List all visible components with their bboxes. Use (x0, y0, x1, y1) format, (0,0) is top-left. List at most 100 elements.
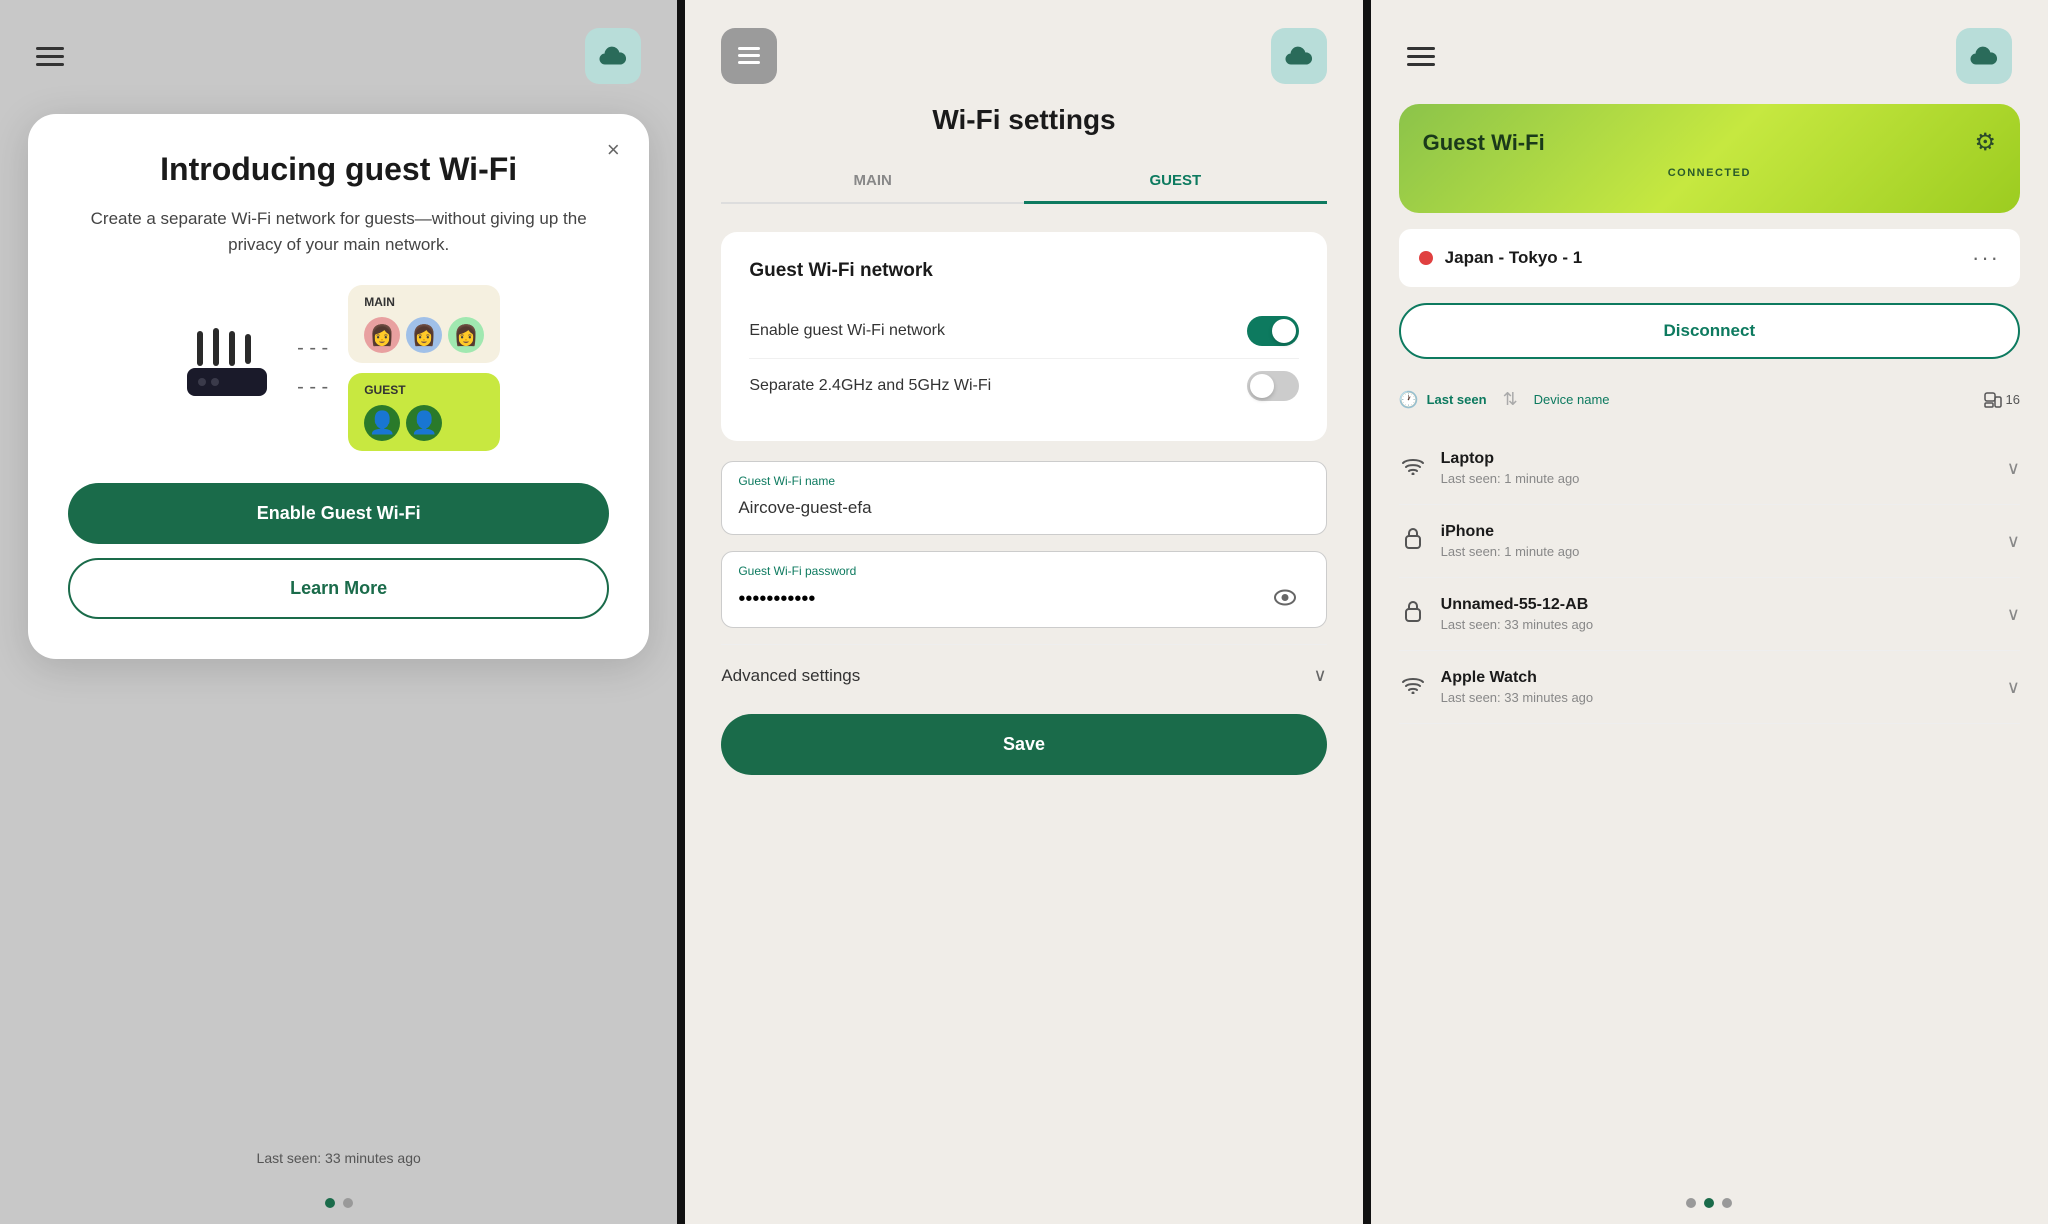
enable-guest-wifi-row: Enable guest Wi-Fi network (749, 304, 1298, 359)
panel-3-devices: Guest Wi-Fi ⚙ CONNECTED Japan - Tokyo - … (1371, 0, 2048, 1224)
guest-network-box: GUEST 👤 👤 (348, 373, 500, 451)
device-left-unnamed: Unnamed-55-12-AB Last seen: 33 minutes a… (1399, 596, 1594, 632)
dot-3-1 (1686, 1198, 1696, 1208)
wifi-password-label: Guest Wi-Fi password (738, 564, 1309, 578)
top-bar-3 (1371, 0, 2048, 104)
main-label: MAIN (364, 295, 484, 309)
device-item-unnamed[interactable]: Unnamed-55-12-AB Last seen: 33 minutes a… (1399, 578, 2020, 651)
guest-avatar-2: 👤 (406, 405, 442, 441)
network-dashes: - - - - - - (297, 337, 328, 399)
show-password-button[interactable] (1274, 588, 1296, 611)
device-item-iphone[interactable]: iPhone Last seen: 1 minute ago ∨ (1399, 505, 2020, 578)
expand-chevron-laptop: ∨ (2007, 458, 2020, 479)
status-dot (1419, 251, 1433, 265)
panel-2-wifi-settings: Wi-Fi settings MAIN GUEST Guest Wi-Fi ne… (685, 0, 1362, 1224)
device-left-laptop: Laptop Last seen: 1 minute ago (1399, 450, 1580, 486)
panel-footer-text: Last seen: 33 minutes ago (0, 1134, 677, 1182)
device-left-applewatch: Apple Watch Last seen: 33 minutes ago (1399, 669, 1594, 705)
device-info-laptop: Laptop Last seen: 1 minute ago (1441, 450, 1580, 486)
settings-content: Wi-Fi settings MAIN GUEST Guest Wi-Fi ne… (685, 104, 1362, 1224)
separate-bands-toggle[interactable] (1247, 371, 1299, 401)
cloud-button-1[interactable] (585, 28, 641, 84)
device-count: 16 (1984, 392, 2020, 408)
card-title: Guest Wi-Fi network (749, 260, 1298, 282)
sort-separator: ⇅ (1503, 389, 1518, 410)
gear-icon[interactable]: ⚙ (1974, 128, 1996, 157)
modal-description: Create a separate Wi-Fi network for gues… (68, 206, 609, 257)
menu-button-2[interactable] (721, 28, 777, 84)
device-item-applewatch[interactable]: Apple Watch Last seen: 33 minutes ago ∨ (1399, 651, 2020, 724)
device-count-number: 16 (2006, 392, 2020, 407)
dot-3-2 (1704, 1198, 1714, 1208)
save-button[interactable]: Save (721, 714, 1326, 775)
device-name-iphone: iPhone (1441, 523, 1580, 541)
tab-main[interactable]: MAIN (721, 160, 1024, 204)
hamburger-menu-icon-3[interactable] (1407, 47, 1435, 66)
modal-overlay: × Introducing guest Wi-Fi Create a separ… (0, 114, 677, 1134)
wifi-name-input[interactable] (738, 494, 1309, 522)
page-title: Wi-Fi settings (721, 104, 1326, 136)
separate-bands-row: Separate 2.4GHz and 5GHz Wi-Fi (749, 359, 1298, 413)
sort-device-name[interactable]: Device name (1534, 392, 1610, 407)
network-boxes: MAIN 👩 👩 👩 GUEST 👤 👤 (348, 285, 500, 451)
device-list: Laptop Last seen: 1 minute ago ∨ (1399, 432, 2020, 724)
dot-1 (325, 1198, 335, 1208)
device-last-seen-iphone: Last seen: 1 minute ago (1441, 544, 1580, 559)
more-options-button[interactable]: ··· (1972, 245, 2000, 271)
device-info-iphone: iPhone Last seen: 1 minute ago (1441, 523, 1580, 559)
sort-last-seen[interactable]: Last seen (1427, 392, 1487, 407)
guest-label: GUEST (364, 383, 484, 397)
wifi-password-group: Guest Wi-Fi password (721, 551, 1326, 628)
avatar-2: 👩 (406, 317, 442, 353)
device-name-laptop: Laptop (1441, 450, 1580, 468)
page-dots-1 (0, 1182, 677, 1224)
enable-setting-label: Enable guest Wi-Fi network (749, 322, 945, 340)
wifi-illustration: - - - - - - MAIN 👩 👩 👩 GUEST (68, 285, 609, 451)
devices-content: Japan - Tokyo - 1 ··· Disconnect 🕐 Last … (1371, 213, 2048, 1182)
intro-modal: × Introducing guest Wi-Fi Create a separ… (28, 114, 649, 659)
avatar-3: 👩 (448, 317, 484, 353)
device-last-seen-applewatch: Last seen: 33 minutes ago (1441, 690, 1594, 705)
expand-chevron-applewatch: ∨ (2007, 677, 2020, 698)
learn-more-button[interactable]: Learn More (68, 558, 609, 619)
panel-1-guest-wifi-intro: × Introducing guest Wi-Fi Create a separ… (0, 0, 677, 1224)
device-last-seen-unnamed: Last seen: 33 minutes ago (1441, 617, 1594, 632)
password-wrapper (738, 584, 1309, 615)
modal-title: Introducing guest Wi-Fi (68, 150, 609, 188)
advanced-settings-row[interactable]: Advanced settings ∨ (721, 644, 1326, 706)
guest-avatars: 👤 👤 (364, 405, 484, 441)
lock-icon-iphone (1399, 526, 1427, 556)
device-left-iphone: iPhone Last seen: 1 minute ago (1399, 523, 1580, 559)
advanced-settings-label: Advanced settings (721, 666, 860, 686)
cloud-button-2[interactable] (1271, 28, 1327, 84)
top-bar-2 (685, 0, 1362, 104)
wifi-password-input[interactable] (738, 584, 1269, 615)
main-avatars: 👩 👩 👩 (364, 317, 484, 353)
device-count-icon (1984, 392, 2002, 408)
cloud-button-3[interactable] (1956, 28, 2012, 84)
hamburger-menu-icon[interactable] (36, 47, 64, 66)
device-info-applewatch: Apple Watch Last seen: 33 minutes ago (1441, 669, 1594, 705)
page-dots-3 (1371, 1182, 2048, 1224)
tab-guest[interactable]: GUEST (1024, 160, 1327, 204)
main-network-box: MAIN 👩 👩 👩 (348, 285, 500, 363)
location-row: Japan - Tokyo - 1 ··· (1399, 229, 2020, 287)
wifi-icon-laptop (1399, 455, 1427, 481)
vpn-card-title: Guest Wi-Fi (1423, 130, 1545, 156)
device-name-applewatch: Apple Watch (1441, 669, 1594, 687)
lock-icon-unnamed (1399, 599, 1427, 629)
guest-avatar-1: 👤 (364, 405, 400, 441)
enable-guest-toggle[interactable] (1247, 316, 1299, 346)
advanced-chevron-icon: ∨ (1313, 665, 1326, 686)
vpn-card: Guest Wi-Fi ⚙ CONNECTED (1399, 104, 2020, 213)
device-name-unnamed: Unnamed-55-12-AB (1441, 596, 1594, 614)
vpn-card-header: Guest Wi-Fi ⚙ (1423, 128, 1996, 157)
enable-guest-wifi-button[interactable]: Enable Guest Wi-Fi (68, 483, 609, 544)
device-item-laptop[interactable]: Laptop Last seen: 1 minute ago ∨ (1399, 432, 2020, 505)
sort-bar: 🕐 Last seen ⇅ Device name 16 (1399, 379, 2020, 420)
disconnect-button[interactable]: Disconnect (1399, 303, 2020, 359)
close-button[interactable]: × (597, 134, 629, 166)
separate-bands-label: Separate 2.4GHz and 5GHz Wi-Fi (749, 377, 991, 395)
clock-icon: 🕐 (1399, 390, 1419, 410)
connected-badge: CONNECTED (1423, 167, 1996, 179)
